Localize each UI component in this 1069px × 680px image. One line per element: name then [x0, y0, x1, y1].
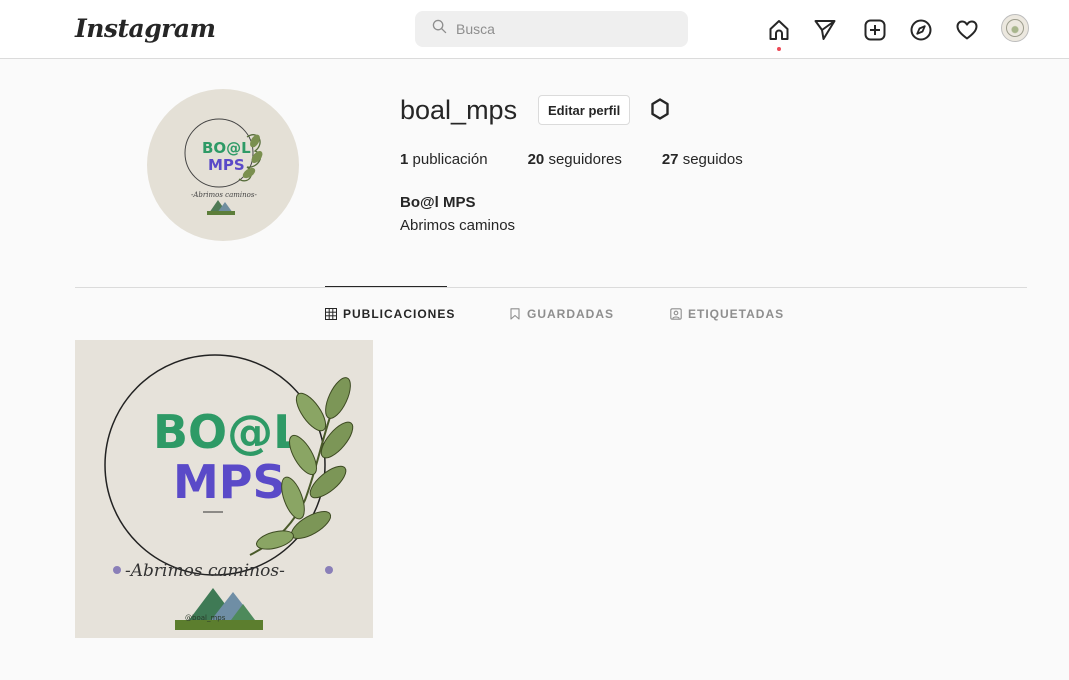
home-icon[interactable]: [767, 18, 791, 42]
top-navigation-bar: Instagram: [0, 0, 1069, 59]
search-icon: [432, 19, 447, 39]
tab-publicaciones[interactable]: PUBLICACIONES: [325, 307, 455, 321]
logo-tagline: -Abrimos caminos-: [191, 191, 257, 199]
edit-profile-button[interactable]: Editar perfil: [538, 95, 631, 125]
search-box[interactable]: [415, 11, 688, 47]
tab-etiquetadas[interactable]: ETIQUETADAS: [670, 307, 784, 321]
bookmark-icon: [510, 308, 520, 320]
profile-stats: 1 publicación 20 seguidores 27 seguidos: [400, 151, 783, 168]
tab-label: GUARDADAS: [527, 307, 614, 321]
following-count[interactable]: 27 seguidos: [662, 151, 743, 168]
profile-picture[interactable]: BO@L MPS -Abrimos caminos-: [147, 89, 299, 241]
tabs-divider: [75, 287, 1027, 288]
instagram-logo[interactable]: Instagram: [75, 14, 216, 43]
post-logo-line1: BO@L: [153, 405, 302, 459]
logo-line1: BO@L: [202, 139, 251, 157]
post-tagline: -Abrimos caminos-: [125, 561, 285, 581]
tab-label: PUBLICACIONES: [343, 307, 456, 321]
notification-dot: [777, 47, 781, 51]
tab-guardadas[interactable]: GUARDADAS: [509, 307, 614, 321]
post-logo-image: BO@L MPS -Abrimos caminos- @boal_mps: [104, 354, 354, 630]
profile-full-name: Bo@l MPS: [400, 194, 476, 211]
activity-heart-icon[interactable]: [955, 18, 979, 42]
new-post-icon[interactable]: [863, 18, 887, 42]
post-thumbnail[interactable]: BO@L MPS -Abrimos caminos- @boal_mps: [75, 340, 373, 638]
profile-bio: Abrimos caminos: [400, 217, 516, 234]
avatar-thumbnail: [1006, 19, 1024, 37]
grid-icon: [325, 308, 337, 320]
profile-logo-image: BO@L MPS -Abrimos caminos-: [184, 118, 263, 215]
settings-gear-icon[interactable]: [648, 97, 672, 121]
posts-count: 1 publicación: [400, 151, 488, 168]
tab-label: ETIQUETADAS: [688, 307, 785, 321]
explore-icon[interactable]: [909, 18, 933, 42]
post-handle: @boal_mps: [185, 614, 226, 622]
profile-avatar-nav[interactable]: [1001, 14, 1029, 42]
followers-count[interactable]: 20 seguidores: [528, 151, 622, 168]
active-tab-indicator: [325, 286, 447, 287]
logo-line2: MPS: [208, 156, 245, 174]
direct-message-icon[interactable]: [813, 18, 837, 42]
tagged-icon: [670, 308, 682, 320]
profile-username: boal_mps: [400, 95, 518, 125]
search-input[interactable]: [456, 21, 676, 37]
post-logo-line2: MPS: [173, 455, 286, 509]
